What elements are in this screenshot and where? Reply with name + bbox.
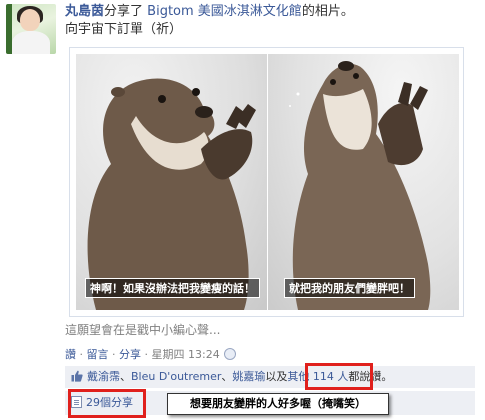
likes-comma: 、 [221, 370, 233, 383]
avatar-face [20, 9, 40, 31]
action-separator: · [141, 348, 152, 361]
otter-praying-illustration [87, 78, 256, 310]
thumbs-up-icon [71, 370, 83, 382]
other-likers-link[interactable]: 其他 114 人 [287, 370, 348, 383]
share-icon [71, 396, 82, 408]
like-link[interactable]: 讚 [65, 348, 76, 361]
likes-suffix: 都說讚。 [348, 370, 393, 383]
likes-summary: 戴渝霈、Bleu D'outremer、姚嘉瑜以及其他 114 人都說讚。 [65, 366, 475, 388]
globe-icon [223, 348, 236, 360]
comment-link[interactable]: 留言 [87, 348, 109, 361]
story-actions: 讚 · 留言 · 分享 · 星期四 13:24 [65, 346, 236, 362]
photo-panel-left: 神啊！如果沒辦法把我變瘦的話！ [76, 54, 267, 310]
status-message: 向宇宙下訂單（祈） [65, 22, 183, 37]
annotation-callout: 想要朋友變胖的人好多喔（掩嘴笑） [167, 393, 389, 415]
otter-looking-up-illustration [289, 61, 431, 310]
liker-name-link[interactable]: 姚嘉瑜 [232, 370, 265, 383]
shares-count-label: 29個分享 [86, 396, 133, 409]
photo-panel-right: 就把我的朋友們變胖吧！ [268, 54, 459, 310]
profile-avatar[interactable] [6, 4, 56, 54]
liker-name-link[interactable]: 戴渝霈 [87, 370, 120, 383]
object-text: 的相片。 [301, 4, 354, 19]
page-name-link[interactable]: Bigtom 美國冰淇淋文化館 [147, 4, 302, 19]
share-link[interactable]: 分享 [119, 348, 141, 361]
left-photo-caption: 神啊！如果沒辦法把我變瘦的話！ [85, 278, 260, 298]
photo-description: 這願望會在是戳中小編心聲... [65, 323, 221, 337]
action-separator: · [108, 348, 119, 361]
action-text: 分享了 [104, 4, 144, 19]
action-separator: · [76, 348, 87, 361]
right-photo-caption: 就把我的朋友們變胖吧！ [284, 278, 415, 298]
likes-and-text: 以及 [265, 370, 288, 383]
likes-comma: 、 [120, 370, 131, 383]
shares-count-link[interactable]: 29個分享 [71, 395, 133, 411]
liker-name-link[interactable]: Bleu D'outremer [131, 370, 221, 383]
avatar-shirt [12, 31, 50, 54]
timestamp-link[interactable]: 星期四 13:24 [152, 348, 220, 361]
actor-name-link[interactable]: 丸島茵 [65, 4, 104, 19]
shared-photo[interactable]: 神啊！如果沒辦法把我變瘦的話！ 就把我的朋友們變胖吧！ [69, 47, 464, 317]
story-header: 丸島茵分享了 Bigtom 美國冰淇淋文化館的相片。 [65, 3, 475, 20]
